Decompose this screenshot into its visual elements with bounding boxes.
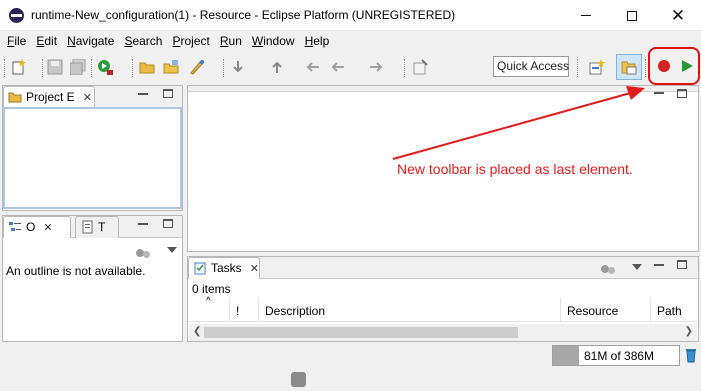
tasks-tabbar: Tasks ✕ (188, 257, 698, 279)
scroll-left-icon[interactable]: ❮ (193, 326, 201, 337)
heap-label: 81M of 386M (584, 349, 655, 363)
minimize-view-icon[interactable] (654, 264, 664, 266)
heap-usage-bar (553, 346, 580, 365)
column-resource[interactable]: Resource (560, 298, 650, 322)
horizontal-scrollbar[interactable]: ❮ ❯ (189, 324, 697, 341)
column-priority[interactable]: ! (229, 298, 258, 322)
close-tab-icon[interactable]: ✕ (250, 263, 259, 275)
tasks-table-header: ^ ! Description Resource Path (189, 296, 698, 322)
sort-up-icon: ^ (206, 296, 211, 307)
tasks-panel: Tasks ✕ 0 items ^ ! Description Resource … (187, 256, 699, 342)
tasks-icon (194, 262, 206, 275)
tab-tasks[interactable]: Tasks ✕ (188, 257, 260, 279)
scrollbar-thumb[interactable] (204, 327, 518, 338)
annotation-text: New toolbar is placed as last element. (397, 161, 633, 177)
garbage-collect-icon[interactable] (685, 347, 697, 363)
column-completed[interactable]: ^ (189, 296, 229, 322)
column-description[interactable]: Description (258, 298, 560, 322)
heap-status[interactable]: 81M of 386M (552, 345, 680, 366)
tasks-count: 0 items (192, 282, 231, 296)
maximize-view-icon[interactable] (677, 260, 687, 269)
progress-icon[interactable] (291, 372, 306, 387)
filters-icon[interactable] (601, 263, 617, 275)
column-path[interactable]: Path (650, 298, 698, 322)
view-menu-icon[interactable] (632, 264, 642, 270)
scroll-right-icon[interactable]: ❯ (685, 326, 693, 337)
